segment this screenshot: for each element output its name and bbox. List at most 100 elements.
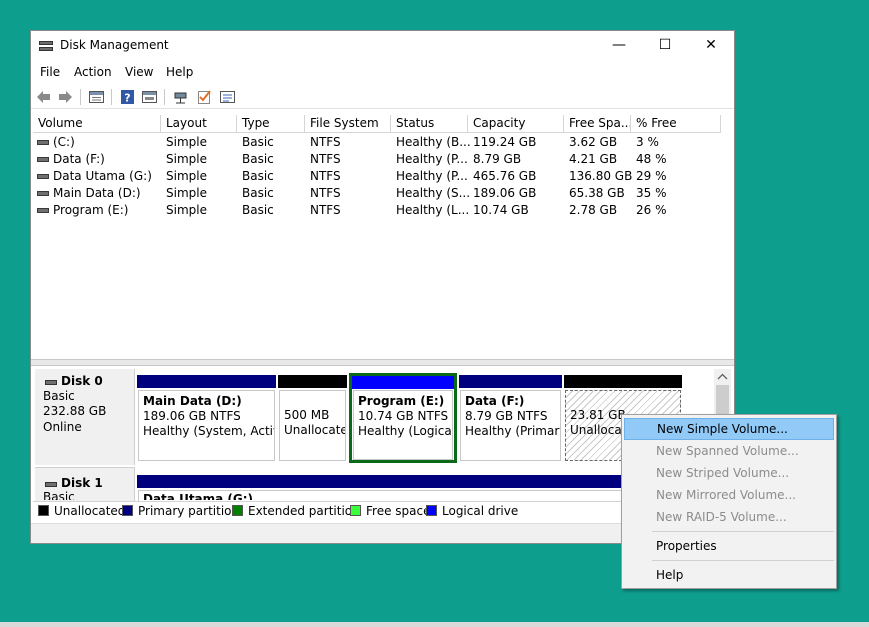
column-header-type[interactable]: Type xyxy=(237,115,305,133)
disk-0-label[interactable]: Disk 0 Basic 232.88 GB Online xyxy=(35,369,135,465)
table-row[interactable]: Main Data (D:) Simple Basic NTFS Healthy… xyxy=(33,185,733,202)
menu-new-striped-volume[interactable]: New Striped Volume... xyxy=(624,462,834,484)
maximize-button[interactable]: ☐ xyxy=(642,31,688,61)
column-header-capacity[interactable]: Capacity xyxy=(468,115,564,133)
column-header-status[interactable]: Status xyxy=(391,115,468,133)
menu-properties[interactable]: Properties xyxy=(624,535,834,557)
title-bar[interactable]: Disk Management — ☐ ✕ xyxy=(31,31,734,61)
back-icon[interactable] xyxy=(35,89,52,105)
menu-action[interactable]: Action xyxy=(74,65,112,79)
cell-layout: Simple xyxy=(166,169,207,183)
cell-type: Basic xyxy=(242,186,274,200)
cell-volume: Main Data (D:) xyxy=(53,186,141,200)
logical-drive-bar xyxy=(352,376,454,389)
menu-separator xyxy=(652,531,834,532)
forward-icon[interactable] xyxy=(57,89,74,105)
disk-0-size: 232.88 GB xyxy=(43,404,107,418)
disk-0-state: Online xyxy=(43,420,82,434)
partition-status: Healthy (System, Active xyxy=(143,424,275,438)
disk-icon xyxy=(45,380,57,385)
table-row[interactable]: Data (F:) Simple Basic NTFS Healthy (P..… xyxy=(33,151,733,168)
legend-swatch-primary xyxy=(122,505,133,516)
partition-name: Data Utama (G:) xyxy=(143,492,254,500)
partition-data-utama-g[interactable]: Data Utama (G:) xyxy=(137,475,682,501)
partition-name: Program (E:) xyxy=(358,394,445,408)
taskbar-edge xyxy=(0,622,869,627)
scroll-up-icon[interactable] xyxy=(714,369,731,385)
legend-swatch-unallocated xyxy=(38,505,49,516)
table-row[interactable]: Program (E:) Simple Basic NTFS Healthy (… xyxy=(33,202,733,219)
disk-view-icon[interactable] xyxy=(141,89,158,105)
partition-size: 500 MB xyxy=(284,408,330,422)
volume-icon xyxy=(37,174,49,179)
legend-label: Primary partition xyxy=(138,504,240,518)
partition-body: Data Utama (G:) xyxy=(138,490,681,501)
column-header-percent-free[interactable]: % Free xyxy=(631,115,721,133)
menu-new-raid5-volume[interactable]: New RAID-5 Volume... xyxy=(624,506,834,528)
primary-partition-bar xyxy=(459,375,562,388)
minimize-button[interactable]: — xyxy=(596,31,642,61)
cell-status: Healthy (B... xyxy=(396,135,471,149)
legend-label: Free space xyxy=(366,504,431,518)
cell-type: Basic xyxy=(242,169,274,183)
menu-separator xyxy=(652,560,834,561)
pane-splitter[interactable] xyxy=(31,359,734,366)
partition-status: Unallocate xyxy=(284,423,346,437)
partition-size: 189.06 GB NTFS xyxy=(143,409,241,423)
disk-1-name: Disk 1 xyxy=(61,476,103,490)
partition-unallocated-500mb[interactable]: 500 MB Unallocate xyxy=(278,375,347,461)
cell-volume: Data Utama (G:) xyxy=(53,169,152,183)
cell-volume: Program (E:) xyxy=(53,203,129,217)
disk-1-label[interactable]: Disk 1 Basic xyxy=(35,467,135,501)
disk-list-icon[interactable] xyxy=(88,89,105,105)
volume-icon xyxy=(37,208,49,213)
properties-icon[interactable] xyxy=(219,89,236,105)
close-button[interactable]: ✕ xyxy=(688,31,734,61)
toolbar: ? xyxy=(31,85,734,109)
volume-icon xyxy=(37,140,49,145)
menu-bar: File Action View Help xyxy=(31,61,734,83)
cell-layout: Simple xyxy=(166,203,207,217)
toolbar-separator xyxy=(111,89,112,105)
cell-layout: Simple xyxy=(166,186,207,200)
connect-icon[interactable] xyxy=(172,89,189,105)
disk-management-app-icon xyxy=(39,40,53,52)
check-icon[interactable] xyxy=(196,89,213,105)
table-row[interactable]: (C:) Simple Basic NTFS Healthy (B... 119… xyxy=(33,134,733,151)
cell-file-system: NTFS xyxy=(310,169,341,183)
menu-file[interactable]: File xyxy=(40,65,60,79)
partition-data-f[interactable]: Data (F:) 8.79 GB NTFS Healthy (Primary xyxy=(459,375,562,461)
partition-status: Healthy (Logica xyxy=(358,424,452,438)
cell-capacity: 189.06 GB xyxy=(473,186,537,200)
menu-new-mirrored-volume[interactable]: New Mirrored Volume... xyxy=(624,484,834,506)
unallocated-bar xyxy=(564,375,682,388)
svg-text:?: ? xyxy=(124,92,130,105)
menu-view[interactable]: View xyxy=(125,65,153,79)
partition-name: Main Data (D:) xyxy=(143,394,242,408)
help-icon[interactable]: ? xyxy=(119,89,136,105)
unallocated-bar xyxy=(278,375,347,388)
menu-help[interactable]: Help xyxy=(166,65,193,79)
cell-capacity: 10.74 GB xyxy=(473,203,529,217)
column-header-layout[interactable]: Layout xyxy=(161,115,237,133)
cell-free-space: 2.78 GB xyxy=(569,203,618,217)
partition-main-data-d[interactable]: Main Data (D:) 189.06 GB NTFS Healthy (S… xyxy=(137,375,276,461)
column-header-file-system[interactable]: File System xyxy=(305,115,391,133)
menu-new-spanned-volume[interactable]: New Spanned Volume... xyxy=(624,440,834,462)
cell-percent-free: 3 % xyxy=(636,135,659,149)
partition-program-e[interactable]: Program (E:) 10.74 GB NTFS Healthy (Logi… xyxy=(349,373,457,463)
disk-1-type: Basic xyxy=(43,490,75,500)
menu-new-simple-volume[interactable]: New Simple Volume... xyxy=(624,418,834,440)
menu-help-item[interactable]: Help xyxy=(624,564,834,586)
legend-swatch-extended xyxy=(232,505,243,516)
cell-file-system: NTFS xyxy=(310,135,341,149)
cell-status: Healthy (L... xyxy=(396,203,470,217)
partition-body: Main Data (D:) 189.06 GB NTFS Healthy (S… xyxy=(138,390,275,461)
cell-layout: Simple xyxy=(166,152,207,166)
column-header-free-space[interactable]: Free Spa... xyxy=(564,115,631,133)
legend-label: Logical drive xyxy=(442,504,519,518)
table-row[interactable]: Data Utama (G:) Simple Basic NTFS Health… xyxy=(33,168,733,185)
column-header-volume[interactable]: Volume xyxy=(33,115,161,133)
primary-partition-bar xyxy=(137,375,276,388)
legend-swatch-logical xyxy=(426,505,437,516)
